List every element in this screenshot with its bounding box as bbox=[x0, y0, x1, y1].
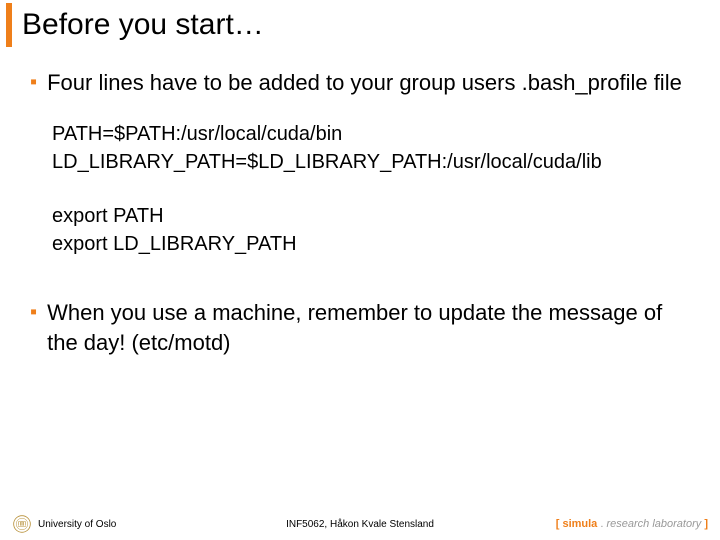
slide-content: ▪ Four lines have to be added to your gr… bbox=[0, 50, 720, 358]
slide-footer: University of Oslo INF5062, Håkon Kvale … bbox=[0, 514, 720, 534]
code-block: PATH=$PATH:/usr/local/cuda/bin LD_LIBRAR… bbox=[52, 120, 690, 258]
bullet-icon: ▪ bbox=[30, 68, 37, 96]
simula-research-label: research laboratory bbox=[606, 518, 701, 530]
course-label: INF5062, Håkon Kvale Stensland bbox=[286, 519, 434, 530]
slide-title: Before you start… bbox=[22, 8, 264, 42]
code-line: PATH=$PATH:/usr/local/cuda/bin bbox=[52, 120, 690, 148]
bullet-item: ▪ Four lines have to be added to your gr… bbox=[30, 68, 690, 98]
bullet-text: When you use a machine, remember to upda… bbox=[47, 298, 690, 358]
bullet-text: Four lines have to be added to your grou… bbox=[47, 68, 682, 98]
bullet-icon: ▪ bbox=[30, 298, 37, 326]
university-seal-icon bbox=[12, 514, 32, 534]
bracket-close: ] bbox=[701, 518, 708, 530]
bullet-item: ▪ When you use a machine, remember to up… bbox=[30, 298, 690, 358]
code-line: LD_LIBRARY_PATH=$LD_LIBRARY_PATH:/usr/lo… bbox=[52, 148, 690, 176]
title-accent-bar bbox=[6, 3, 12, 47]
simula-word: simula bbox=[562, 518, 597, 530]
title-wrap: Before you start… bbox=[0, 0, 720, 50]
code-line: export PATH bbox=[52, 202, 690, 230]
slide: Before you start… ▪ Four lines have to b… bbox=[0, 0, 720, 540]
footer-left: University of Oslo bbox=[12, 514, 116, 534]
university-label: University of Oslo bbox=[38, 519, 116, 530]
simula-logo: [ simula . research laboratory ] bbox=[556, 518, 708, 530]
code-line: export LD_LIBRARY_PATH bbox=[52, 230, 690, 258]
spacer bbox=[52, 176, 690, 202]
